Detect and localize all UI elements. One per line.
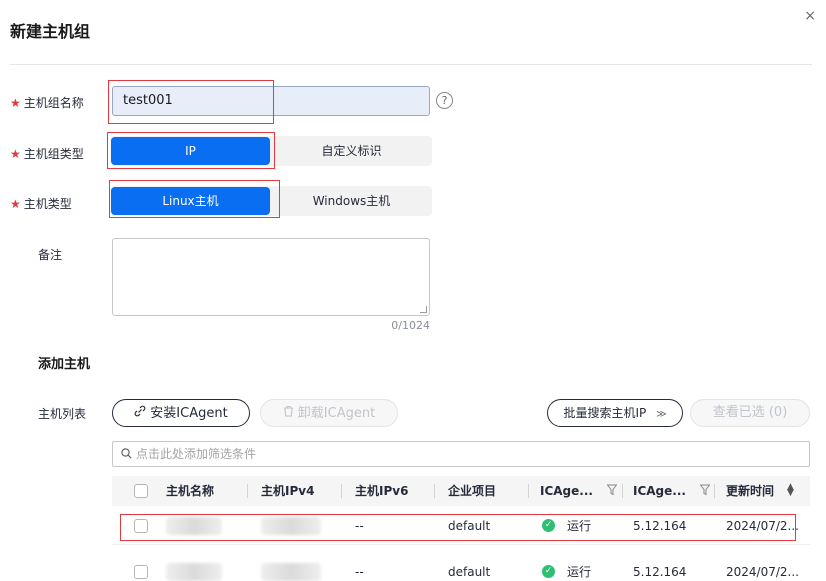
select-all-checkbox[interactable] (134, 484, 148, 498)
install-icagent-button[interactable]: 安装ICAgent (112, 399, 250, 427)
double-chevron-down-icon: ≫ (656, 409, 667, 420)
host-type-label: ★ 主机类型 (10, 197, 72, 211)
icagent-status: 运行 (567, 565, 592, 579)
filter-search-input[interactable]: 点击此处添加筛选条件 (112, 441, 810, 467)
uninstall-icagent-button[interactable]: 卸载ICAgent (260, 399, 398, 427)
col-divider (341, 484, 342, 498)
batch-search-ip-button[interactable]: 批量搜索主机IP ≫ (547, 399, 683, 427)
host-group-type-label: ★ 主机组类型 (10, 147, 84, 161)
sort-icon[interactable]: ▲ ▼ (787, 483, 794, 498)
col-enterprise-project: 企业项目 (448, 484, 497, 498)
col-divider (714, 484, 715, 498)
highlight-box-name (108, 80, 274, 124)
icagent-version: 5.12.164 (633, 565, 687, 579)
col-update-time: 更新时间 (726, 484, 775, 498)
table-header: 主机名称 主机IPv4 主机IPv6 企业项目 ICAge... ICAge..… (112, 476, 810, 506)
host-ipv4-redacted (261, 563, 321, 581)
remark-textarea[interactable] (112, 238, 430, 316)
host-ipv6: -- (355, 565, 364, 579)
filter-icon[interactable] (607, 484, 617, 496)
close-icon[interactable]: × (804, 8, 816, 24)
host-type-windows-option[interactable]: Windows主机 (271, 186, 432, 216)
help-icon[interactable]: ? (436, 92, 453, 109)
highlight-box-group-type (107, 132, 275, 169)
enterprise-project: default (448, 565, 491, 579)
row-checkbox[interactable] (134, 565, 148, 579)
col-icagent-status: ICAge... (540, 484, 593, 498)
col-divider (622, 484, 623, 498)
table-row[interactable]: -- default ✓ 运行 5.12.164 2024/07/2... (112, 553, 810, 581)
filter-icon[interactable] (700, 484, 710, 496)
host-name-redacted (166, 563, 222, 581)
view-selected-button[interactable]: 查看已选 (0) (690, 399, 810, 427)
search-icon (121, 443, 132, 467)
check-circle-icon: ✓ (542, 565, 555, 578)
highlight-box-row (120, 514, 796, 541)
add-host-section-title: 添加主机 (38, 357, 91, 372)
remark-label: 备注 (38, 248, 63, 262)
col-divider (528, 484, 529, 498)
remark-counter: 0/1024 (391, 319, 430, 332)
col-host-name: 主机名称 (166, 484, 215, 498)
col-ipv6: 主机IPv6 (355, 484, 409, 498)
host-list-label: 主机列表 (38, 407, 87, 421)
resize-handle-icon[interactable] (420, 306, 427, 313)
highlight-box-host-type (109, 180, 280, 218)
dialog-title: 新建主机组 (10, 22, 91, 41)
update-time: 2024/07/2... (726, 565, 799, 579)
trash-icon (283, 400, 294, 426)
link-icon (134, 400, 146, 426)
col-divider (247, 484, 248, 498)
host-group-name-label: ★ 主机组名称 (10, 96, 84, 110)
header-divider (10, 64, 812, 65)
col-divider (434, 484, 435, 498)
group-type-custom-option[interactable]: 自定义标识 (271, 136, 432, 166)
col-icagent-version: ICAge... (633, 484, 686, 498)
required-mark: ★ (10, 96, 21, 110)
col-ipv4: 主机IPv4 (261, 484, 315, 498)
